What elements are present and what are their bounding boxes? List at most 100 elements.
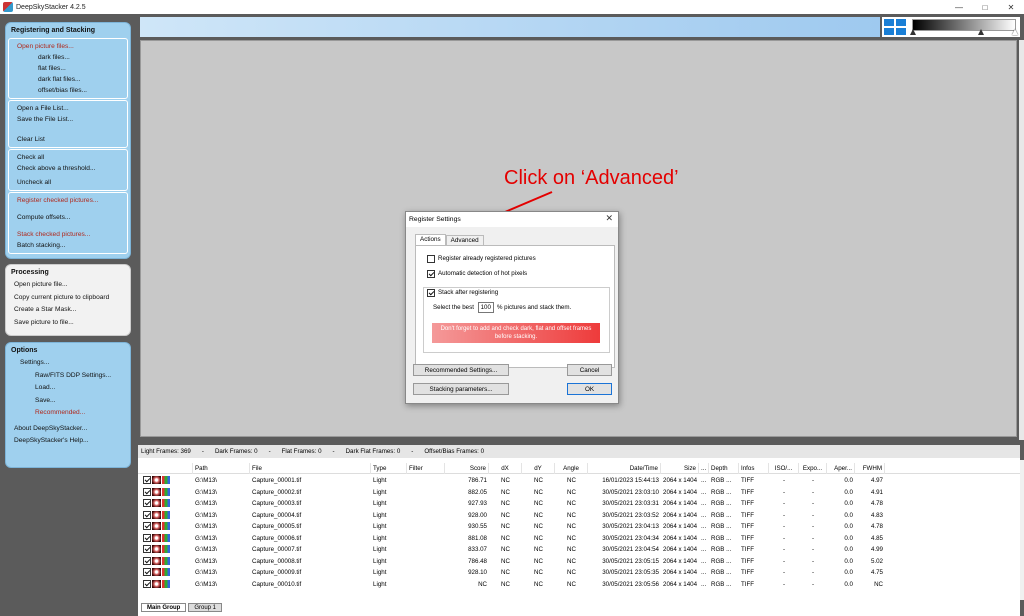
table-cell: Capture_00005.tif	[252, 523, 302, 530]
table-cell: TIFF	[741, 477, 755, 484]
column-header-type[interactable]: Type	[371, 463, 407, 474]
sidebar-item-open-1[interactable]: dark files...	[9, 52, 127, 63]
levels-gradient[interactable]	[912, 19, 1016, 31]
column-header-fwhm[interactable]: FWHM	[855, 463, 885, 474]
column-header-iso[interactable]: ISO/...	[769, 463, 799, 474]
column-header-path[interactable]: Path	[193, 463, 250, 474]
register-already-row[interactable]: Register already registered pictures	[427, 254, 536, 263]
row-checkbox[interactable]	[143, 510, 151, 519]
sidebar-item-processing-0[interactable]: Open picture file...	[6, 279, 130, 292]
table-row[interactable]: G:\M13\ Capture_00004.tif Light 928.00 NC NC N…	[138, 510, 1020, 522]
column-header-expo[interactable]: Expo...	[799, 463, 827, 474]
hot-pixels-row[interactable]: Automatic detection of hot pixels	[427, 269, 527, 278]
table-cell: ...	[701, 523, 707, 530]
column-header-angle[interactable]: Angle	[555, 463, 588, 474]
tab-group-1[interactable]: Group 1	[188, 603, 223, 612]
row-checkbox[interactable]	[143, 522, 151, 531]
close-button[interactable]: ✕	[998, 0, 1024, 14]
white-point-handle[interactable]	[1012, 29, 1018, 35]
table-cell: -	[811, 511, 815, 519]
table-row[interactable]: G:\M13\ Capture_00009.tif Light 928.10 NC NC N…	[138, 567, 1020, 579]
sidebar-item-action-3[interactable]: Batch stacking...	[9, 240, 127, 251]
column-header-size[interactable]: Size	[661, 463, 699, 474]
sidebar-item-open-2[interactable]: flat files...	[9, 63, 127, 74]
select-best-input[interactable]: 100	[477, 302, 494, 313]
row-checkbox[interactable]	[143, 579, 151, 588]
sidebar-item-list-2[interactable]: Clear List	[9, 134, 127, 145]
list-scrollbar[interactable]	[1020, 460, 1024, 600]
table-row[interactable]: G:\M13\ Capture_00007.tif Light 833.07 NC NC N…	[138, 544, 1020, 556]
tab-advanced[interactable]: Advanced	[445, 235, 484, 245]
table-row[interactable]: G:\M13\ Capture_00002.tif Light 882.05 NC NC N…	[138, 487, 1020, 499]
column-header-file[interactable]: File	[250, 463, 371, 474]
tab-actions[interactable]: Actions	[415, 234, 446, 245]
sidebar-item-options-1[interactable]: Raw/FITS DDP Settings...	[6, 370, 130, 383]
row-checkbox[interactable]	[143, 556, 151, 565]
ok-button[interactable]: OK	[567, 383, 612, 395]
sidebar-item-list-1[interactable]: Save the File List...	[9, 114, 127, 125]
sidebar-item-check-0[interactable]: Check all	[9, 152, 127, 163]
table-row[interactable]: G:\M13\ Capture_00010.tif Light NC NC NC NC 30/…	[138, 579, 1020, 591]
sidebar-item-options-6[interactable]: DeepSkyStacker's Help...	[6, 435, 130, 448]
sidebar-item-open-4[interactable]: offset/bias files...	[9, 85, 127, 96]
table-row[interactable]: G:\M13\ Capture_00003.tif Light 927.93 NC NC N…	[138, 498, 1020, 510]
sidebar-item-action-1[interactable]: Compute offsets...	[9, 212, 127, 223]
black-point-handle[interactable]	[910, 29, 916, 35]
table-cell: NC	[501, 580, 510, 588]
sidebar-item-action-0[interactable]: Register checked pictures...	[9, 195, 127, 206]
stacking-parameters-button[interactable]: Stacking parameters...	[413, 383, 509, 395]
minimize-button[interactable]: —	[946, 0, 972, 14]
grid-icon[interactable]	[884, 19, 906, 35]
sidebar-item-options-2[interactable]: Load...	[6, 382, 130, 395]
sidebar-item-check-1[interactable]: Check above a threshold...	[9, 163, 127, 174]
column-header-depth[interactable]: Depth	[709, 463, 739, 474]
sidebar-item-options-3[interactable]: Save...	[6, 395, 130, 408]
stack-after-row[interactable]: Stack after registering	[427, 288, 498, 297]
maximize-button[interactable]: □	[972, 0, 998, 14]
sidebar-item-list-0[interactable]: Open a File List...	[9, 103, 127, 114]
column-header-dx[interactable]: dX	[489, 463, 522, 474]
sidebar-item-processing-1[interactable]: Copy current picture to clipboard	[6, 292, 130, 305]
register-already-checkbox[interactable]	[427, 254, 435, 263]
sidebar-item-options-0[interactable]: Settings...	[6, 357, 130, 370]
midpoint-handle[interactable]	[978, 29, 984, 35]
recommended-settings-button[interactable]: Recommended Settings...	[413, 364, 509, 376]
sidebar-item-open-0[interactable]: Open picture files...	[9, 41, 127, 52]
table-row[interactable]: G:\M13\ Capture_00006.tif Light 881.08 NC NC N…	[138, 533, 1020, 545]
column-header-filter[interactable]: Filter	[407, 463, 445, 474]
sidebar-item-action-2[interactable]: Stack checked pictures...	[9, 229, 127, 240]
row-checkbox[interactable]	[143, 545, 151, 554]
sidebar-item-processing-3[interactable]: Save picture to file...	[6, 317, 130, 330]
sidebar-item-open-3[interactable]: dark flat files...	[9, 74, 127, 85]
tab-main-group[interactable]: Main Group	[141, 603, 187, 612]
dialog-close-icon[interactable]: ✕	[605, 213, 613, 224]
row-checkbox[interactable]	[143, 568, 151, 577]
sidebar-item-processing-2[interactable]: Create a Star Mask...	[6, 304, 130, 317]
sidebar-item-options-4[interactable]: Recommended...	[6, 407, 130, 420]
row-checkbox[interactable]	[143, 487, 151, 496]
row-checkbox[interactable]	[143, 476, 151, 485]
column-header-date-time[interactable]: Date/Time	[588, 463, 661, 474]
right-scrollbar[interactable]	[1019, 40, 1024, 440]
table-row[interactable]: G:\M13\ Capture_00008.tif Light 786.48 NC NC N…	[138, 556, 1020, 568]
table-row[interactable]: G:\M13\ Capture_00005.tif Light 930.55 NC NC N…	[138, 521, 1020, 533]
table-cell: ...	[701, 477, 707, 484]
column-header-aper[interactable]: Aper...	[827, 463, 855, 474]
column-header-dy[interactable]: dY	[522, 463, 555, 474]
sidebar-item-options-5[interactable]: About DeepSkyStacker...	[6, 423, 130, 436]
column-header-[interactable]: ...	[699, 463, 709, 474]
hot-pixels-checkbox[interactable]	[427, 269, 435, 278]
registering-stacking-group: Registering and Stacking Open picture fi…	[5, 22, 131, 259]
row-checkbox[interactable]	[143, 533, 151, 542]
cancel-button[interactable]: Cancel	[567, 364, 612, 376]
column-header-infos[interactable]: Infos	[739, 463, 769, 474]
sidebar-item-check-2[interactable]: Uncheck all	[9, 177, 127, 188]
stack-after-checkbox[interactable]	[427, 288, 435, 297]
table-cell: TIFF	[741, 500, 755, 507]
actions-panel: Register already registered pictures Aut…	[415, 245, 615, 368]
column-header-score[interactable]: Score	[445, 463, 489, 474]
table-cell: ...	[701, 488, 707, 496]
row-checkbox[interactable]	[143, 499, 151, 508]
table-row[interactable]: G:\M13\ Capture_00001.tif Light 786.71 NC NC N…	[138, 475, 1020, 487]
table-cell: G:\M13\	[195, 569, 218, 576]
